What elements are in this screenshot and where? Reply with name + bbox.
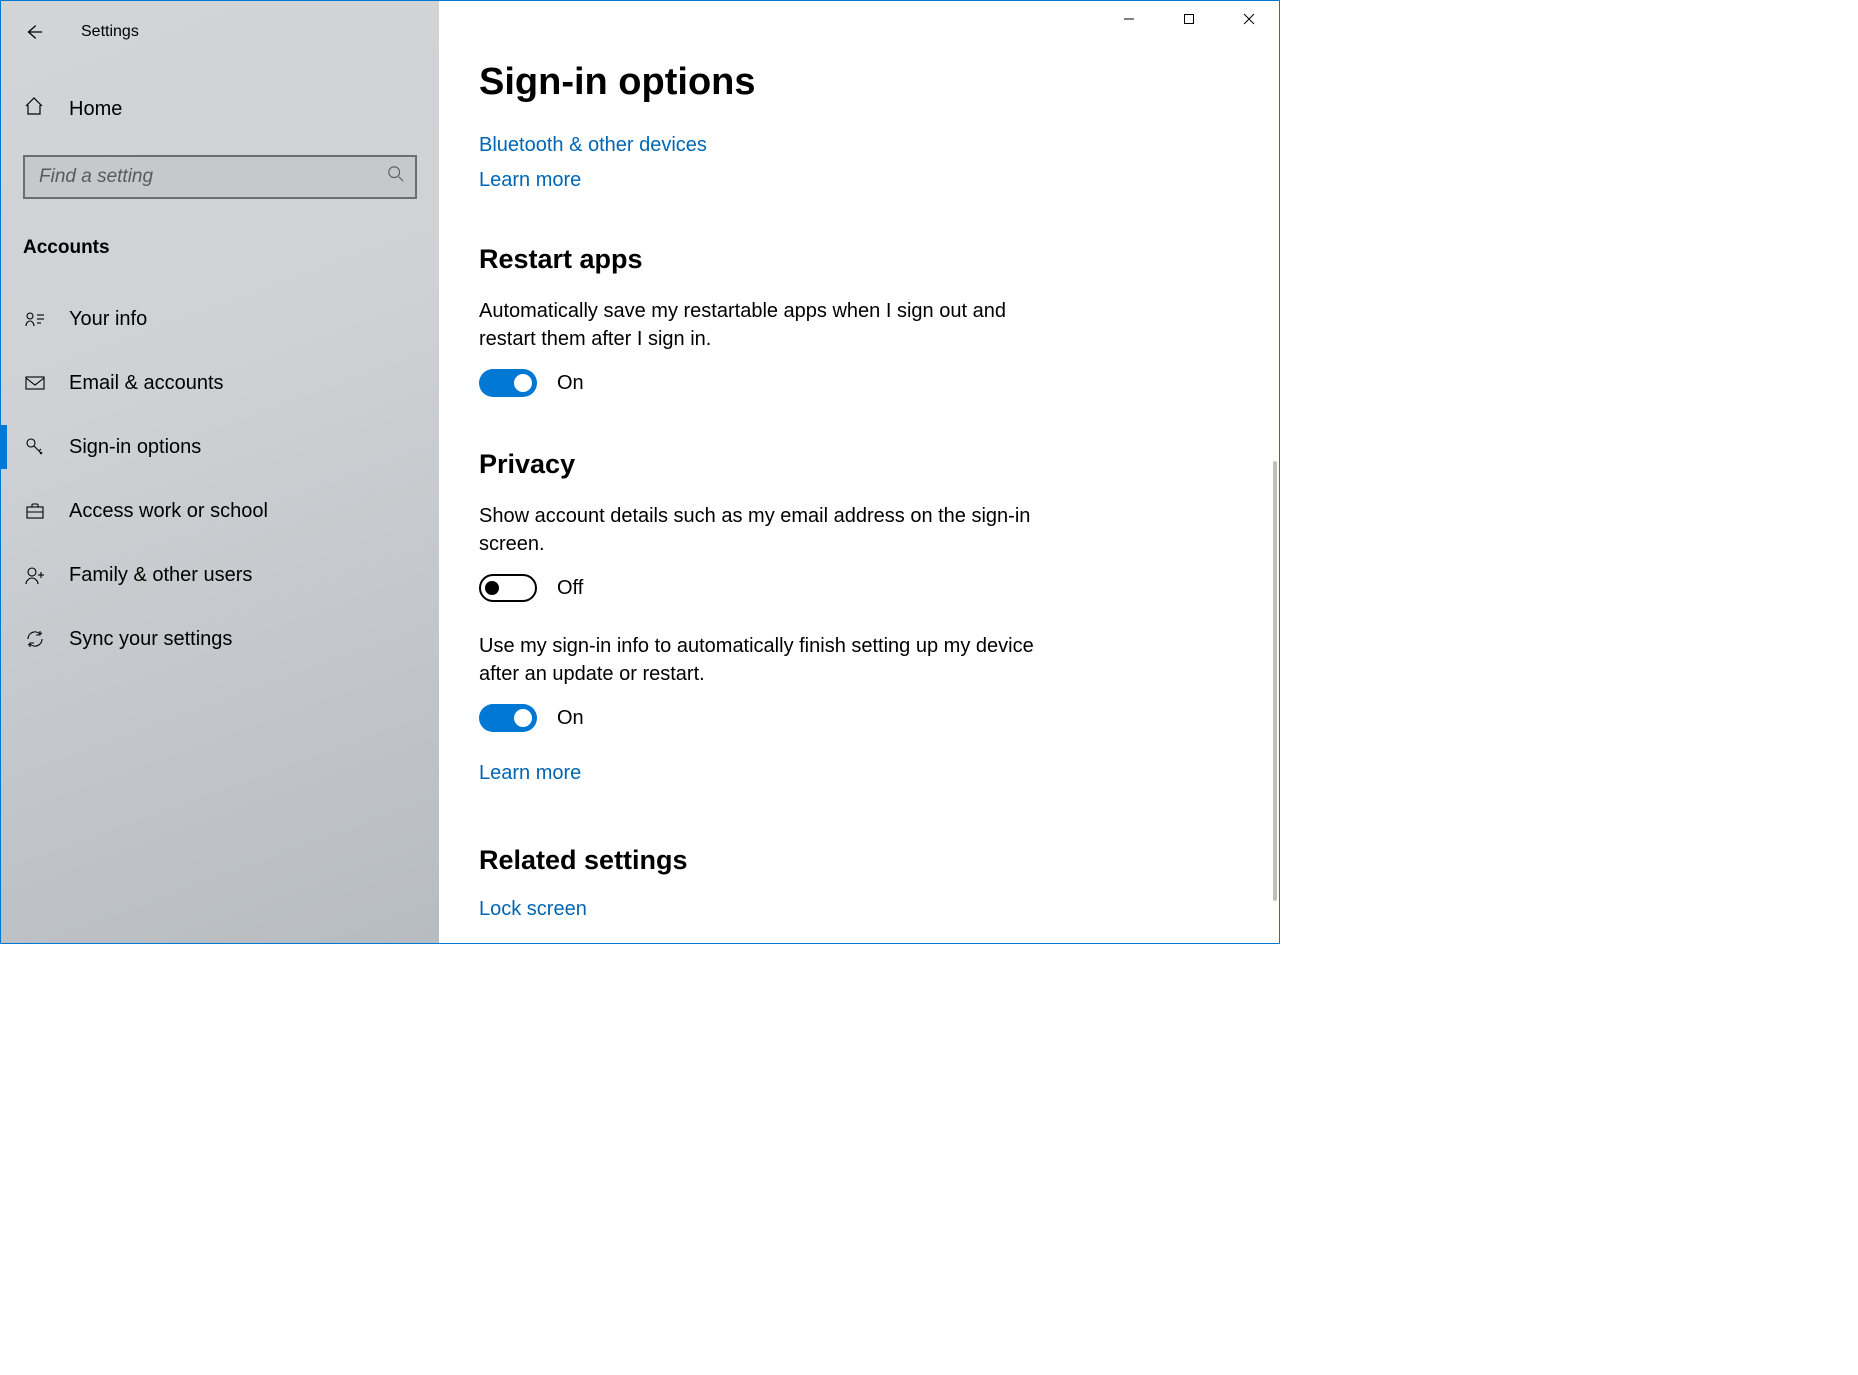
search-input-wrap[interactable] [23,155,417,199]
sidebar-item-your-info[interactable]: Your info [1,287,439,351]
briefcase-icon [23,499,47,523]
people-icon [23,563,47,587]
person-card-icon [23,307,47,331]
link-privacy-learn-more[interactable]: Learn more [479,762,1119,785]
sidebar-item-family-users[interactable]: Family & other users [1,543,439,607]
key-icon [23,435,47,459]
desc-privacy-1: Show account details such as my email ad… [479,502,1059,558]
sidebar-item-sync-settings[interactable]: Sync your settings [1,607,439,671]
toggle-show-account-details[interactable] [479,574,537,602]
heading-related-settings: Related settings [479,845,1119,876]
minimize-button[interactable] [1099,1,1159,37]
toggle-auto-finish-setup[interactable] [479,704,537,732]
nav-label: Access work or school [69,500,268,523]
close-button[interactable] [1219,1,1279,37]
link-learn-more[interactable]: Learn more [479,169,1119,192]
toggle-state-privacy-1: Off [557,577,583,600]
home-label: Home [69,98,122,121]
sidebar-item-email-accounts[interactable]: Email & accounts [1,351,439,415]
app-title: Settings [81,23,139,41]
search-icon [387,165,405,189]
toggle-row-privacy-2: On [479,704,1119,732]
scrollbar-thumb[interactable] [1273,461,1277,901]
nav-label: Family & other users [69,564,252,587]
window-controls [1099,1,1279,37]
search-container [1,155,439,199]
toggle-restart-apps[interactable] [479,369,537,397]
content-inner: Sign-in options Bluetooth & other device… [479,61,1119,943]
sidebar-item-access-work-school[interactable]: Access work or school [1,479,439,543]
nav-label: Sync your settings [69,628,232,651]
nav-label: Sign-in options [69,436,201,459]
back-button[interactable] [23,22,43,42]
settings-window: Settings Home Accounts Your info [1,1,1279,943]
heading-restart-apps: Restart apps [479,244,1119,275]
search-input[interactable] [39,166,387,188]
desc-privacy-2: Use my sign-in info to automatically fin… [479,632,1059,688]
sidebar-section-title: Accounts [1,229,439,287]
sidebar-item-signin-options[interactable]: Sign-in options [1,415,439,479]
link-lock-screen[interactable]: Lock screen [479,898,1119,921]
heading-privacy: Privacy [479,449,1119,480]
sidebar-item-home[interactable]: Home [1,85,439,133]
nav-label: Your info [69,308,147,331]
sidebar: Settings Home Accounts Your info [1,1,439,943]
sidebar-header: Settings [1,13,439,51]
content-pane[interactable]: Sign-in options Bluetooth & other device… [439,1,1279,943]
toggle-state-restart-apps: On [557,372,584,395]
maximize-button[interactable] [1159,1,1219,37]
toggle-state-privacy-2: On [557,707,584,730]
sync-icon [23,627,47,651]
toggle-row-restart-apps: On [479,369,1119,397]
nav-label: Email & accounts [69,372,224,395]
link-bluetooth-devices[interactable]: Bluetooth & other devices [479,134,1119,157]
desc-restart-apps: Automatically save my restartable apps w… [479,297,1059,353]
mail-icon [23,371,47,395]
toggle-row-privacy-1: Off [479,574,1119,602]
home-icon [23,95,45,123]
page-title: Sign-in options [479,61,1119,104]
